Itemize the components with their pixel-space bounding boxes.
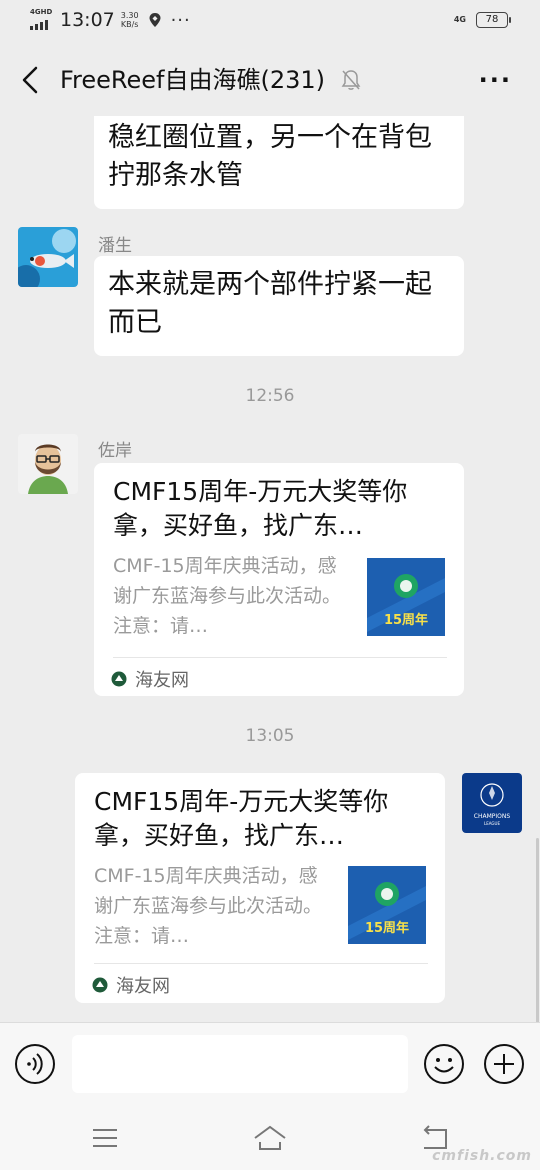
timestamp: 12:56 [245, 386, 295, 406]
card-description: CMF-15周年庆典活动，感谢广东蓝海参与此次活动。注意：请… [113, 555, 342, 637]
anniversary-thumbnail-image: 15周年 [367, 558, 445, 636]
bearded-man-avatar-image [18, 434, 78, 494]
link-card[interactable]: CMF15周年-万元大奖等你拿，买好鱼，找广东… CMF-15周年庆典活动，感谢… [75, 773, 445, 1003]
status-time: 13:07 [60, 9, 115, 31]
link-card[interactable]: CMF15周年-万元大奖等你拿，买好鱼，找广东… CMF-15周年庆典活动，感谢… [94, 463, 464, 696]
status-bar: 4GHD 13:07 3.30 KB/s ··· 4G 78 [0, 0, 540, 44]
mute-bell-icon [341, 70, 361, 90]
card-thumbnail: 15周年 [367, 558, 445, 636]
signal-icon: 4GHD [30, 8, 53, 31]
status-more-icon: ··· [170, 9, 191, 31]
card-source: 海友网 [92, 972, 170, 998]
thumbnail-label: 15周年 [384, 612, 428, 628]
avatar-self[interactable]: CHAMPIONS LEAGUE [462, 773, 522, 833]
network-speed: 3.30 KB/s [121, 11, 139, 29]
sender-name: 潘生 [98, 236, 132, 256]
input-bar [0, 1022, 540, 1107]
card-thumbnail: 15周年 [348, 866, 426, 944]
card-title: CMF15周年-万元大奖等你拿，买好鱼，找广东… [94, 787, 389, 850]
message-bubble[interactable]: 本来就是两个部件拧紧一起而已 [94, 256, 464, 356]
network-type-label: 4GHD [30, 8, 53, 16]
source-logo-icon [92, 977, 108, 993]
sender-name: 佐岸 [98, 441, 132, 461]
speed-unit: KB/s [120, 20, 139, 29]
speed-value: 3.30 [120, 11, 139, 20]
location-icon [149, 13, 161, 27]
status-left: 4GHD 13:07 3.30 KB/s ··· [30, 8, 191, 31]
avatar-pansheng[interactable] [18, 227, 78, 287]
fish-avatar-image [18, 227, 78, 287]
recent-apps-icon[interactable] [90, 1126, 120, 1150]
source-name: 海友网 [135, 670, 189, 691]
message-text: 稳红圈位置，另一个在背包拧那条水管 [108, 122, 432, 191]
status-right: 4G 78 [453, 12, 511, 28]
card-description: CMF-15周年庆典活动，感谢广东蓝海参与此次活动。注意：请… [94, 865, 323, 947]
message-input[interactable] [72, 1035, 408, 1093]
thumbnail-label: 15周年 [365, 920, 409, 936]
back-arrow-icon[interactable] [14, 62, 48, 98]
scrollbar-thumb[interactable] [536, 838, 539, 1024]
battery-level: 78 [485, 14, 499, 25]
card-divider [94, 963, 428, 964]
chat-header: FreeReef自由海礁(231) ··· [0, 44, 540, 116]
emoji-button[interactable] [423, 1043, 465, 1085]
battery-icon: 78 [476, 12, 511, 28]
anniversary-thumbnail-image: 15周年 [348, 866, 426, 944]
champions-league-avatar-image: CHAMPIONS LEAGUE [462, 773, 522, 833]
plus-button[interactable] [483, 1043, 525, 1085]
more-options-button[interactable]: ··· [479, 66, 512, 94]
system-nav-bar: cmfish.com [0, 1106, 540, 1170]
card-divider [113, 657, 447, 658]
avatar-text-line2: LEAGUE [484, 821, 500, 826]
card-source: 海友网 [111, 666, 189, 692]
voice-input-button[interactable] [14, 1043, 56, 1085]
chat-title: FreeReef自由海礁(231) [60, 66, 326, 94]
avatar-text-line1: CHAMPIONS [474, 813, 511, 820]
timestamp: 13:05 [245, 726, 295, 746]
source-name: 海友网 [116, 976, 170, 997]
source-logo-icon [111, 671, 127, 687]
chat-messages[interactable]: 稳红圈位置，另一个在背包拧那条水管 潘生 本来就是两个部件拧紧一起而已 12:5… [0, 116, 540, 1022]
message-text: 本来就是两个部件拧紧一起而已 [108, 269, 432, 338]
network-4g-label: 4G [453, 15, 466, 24]
home-icon[interactable] [252, 1124, 288, 1152]
card-title: CMF15周年-万元大奖等你拿，买好鱼，找广东… [113, 477, 408, 540]
message-bubble[interactable]: 稳红圈位置，另一个在背包拧那条水管 [94, 116, 464, 209]
avatar-zuoan[interactable] [18, 434, 78, 494]
watermark: cmfish.com [432, 1148, 532, 1164]
